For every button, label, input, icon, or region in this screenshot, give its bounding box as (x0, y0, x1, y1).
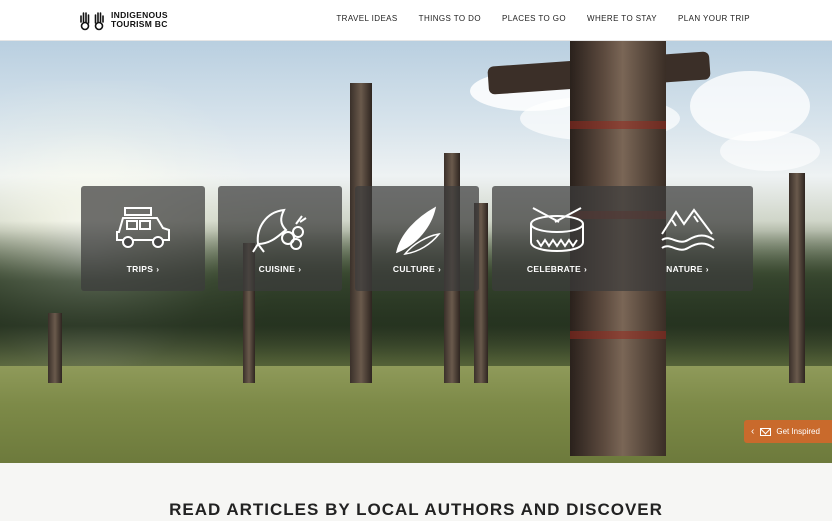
salmon-berries-icon (252, 208, 307, 253)
envelope-icon (760, 427, 772, 436)
feathers-icon (395, 206, 441, 256)
tile-label: CUISINE › (218, 264, 342, 274)
main-nav: TRAVEL IDEAS THINGS TO DO PLACES TO GO W… (315, 14, 750, 23)
drum-icon (530, 207, 584, 252)
cloud (690, 71, 810, 141)
articles-section: READ ARTICLES BY LOCAL AUTHORS AND DISCO… (0, 463, 832, 521)
logo-text: INDIGENOUS TOURISM BC (111, 11, 168, 29)
chevron-right-icon: › (705, 264, 709, 274)
nav-travel-ideas[interactable]: TRAVEL IDEAS (336, 14, 397, 23)
tile-cuisine[interactable]: CUISINE › (218, 186, 342, 291)
tile-celebrate-label: CELEBRATE (526, 264, 581, 274)
tile-label: TRIPS › (81, 264, 205, 274)
tile-nature[interactable]: NATURE › (622, 186, 753, 291)
chevron-right-icon: › (583, 264, 588, 274)
chevron-right-icon: › (298, 264, 302, 274)
hands-logo-icon (80, 12, 104, 31)
site-header: INDIGENOUS TOURISM BC TRAVEL IDEAS THING… (0, 0, 832, 41)
totem-band (570, 121, 666, 129)
tile-group-celebrate-nature: CELEBRATE › NATURE › (492, 186, 753, 291)
chevron-left-icon: ‹ (751, 426, 755, 437)
nav-plan-your-trip[interactable]: PLAN YOUR TRIP (678, 14, 750, 23)
site-logo[interactable]: INDIGENOUS TOURISM BC (78, 9, 168, 31)
nav-where-to-stay[interactable]: WHERE TO STAY (587, 14, 657, 23)
logo-line2: TOURISM BC (111, 19, 168, 29)
vehicle-icon (116, 207, 170, 248)
tile-trips-label: TRIPS (126, 264, 154, 274)
meadow (0, 366, 832, 463)
totem-band (570, 331, 666, 339)
tile-label: CULTURE › (355, 264, 479, 274)
tile-label: CELEBRATE › (492, 264, 622, 274)
tile-cuisine-label: CUISINE (258, 264, 296, 274)
section-heading: READ ARTICLES BY LOCAL AUTHORS AND DISCO… (169, 500, 663, 519)
tile-trips[interactable]: TRIPS › (81, 186, 205, 291)
nav-things-to-do[interactable]: THINGS TO DO (419, 14, 481, 23)
get-inspired-button[interactable]: ‹ Get Inspired (744, 420, 832, 443)
totem-pole (48, 313, 62, 383)
get-inspired-label: Get Inspired (776, 427, 820, 436)
tile-culture[interactable]: CULTURE › (355, 186, 479, 291)
chevron-right-icon: › (437, 264, 442, 274)
totem-pole (789, 173, 805, 383)
tile-celebrate[interactable]: CELEBRATE › (492, 186, 622, 291)
tile-label: NATURE › (622, 264, 753, 274)
chevron-right-icon: › (156, 264, 160, 274)
mountains-waves-icon (660, 208, 715, 251)
tile-nature-label: NATURE (666, 264, 703, 274)
nav-places-to-go[interactable]: PLACES TO GO (502, 14, 566, 23)
cloud (720, 131, 820, 171)
tile-culture-label: CULTURE (392, 264, 435, 274)
